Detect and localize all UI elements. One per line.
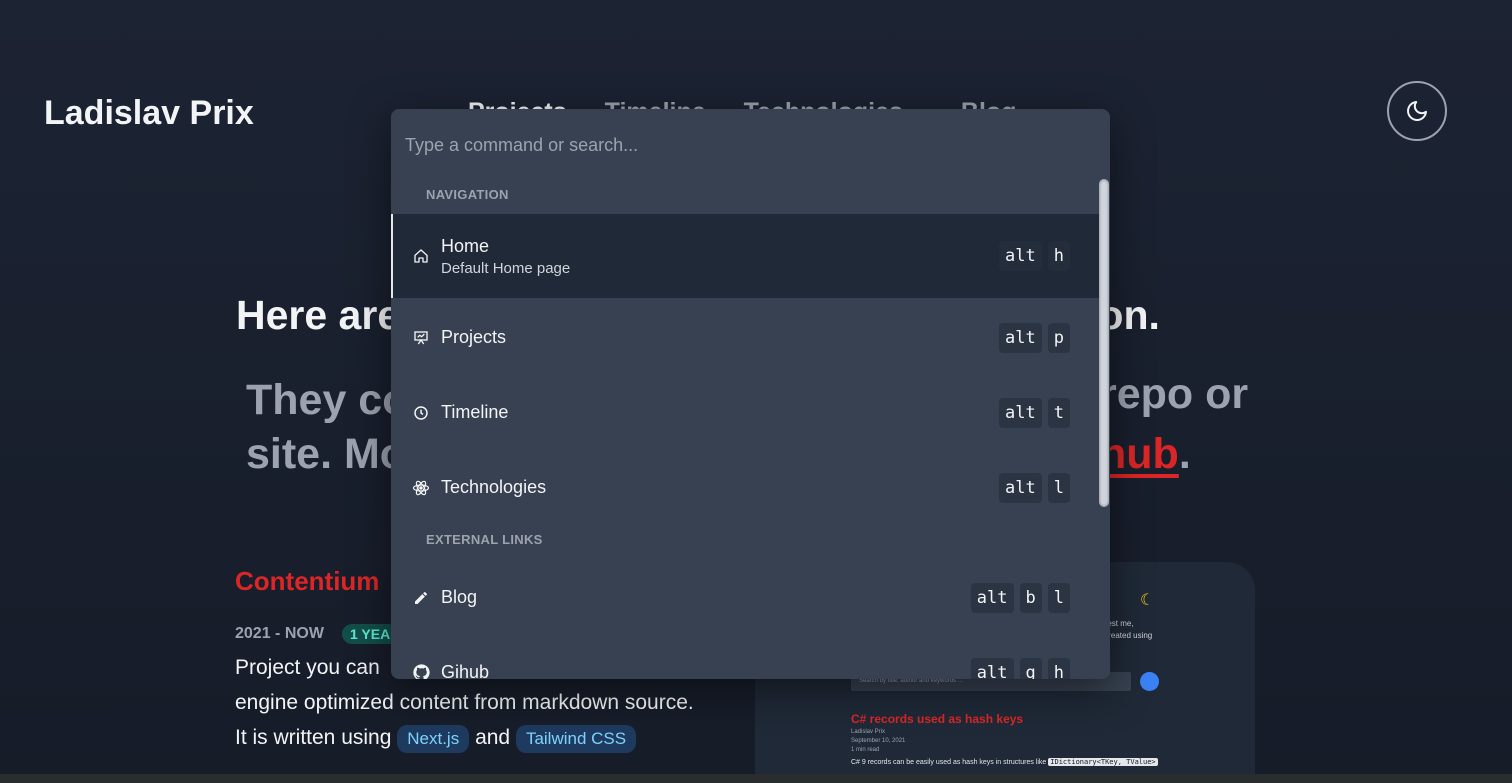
command-item-technologies[interactable]: Technologies alt l [391,450,1100,525]
preview-author: Ladislav Prix [851,729,886,735]
key-l: l [1047,472,1070,503]
key-p: p [1047,322,1070,353]
preview-search-button [1140,672,1159,691]
heading-start: Here are [236,292,401,338]
shortcut-keys: alt h [999,241,1070,271]
preview-read-time: 1 min read [851,747,880,753]
home-icon [412,247,430,265]
key-alt: alt [999,472,1042,503]
key-g: g [1019,657,1042,679]
command-label: Technologies [441,477,547,497]
atom-icon [412,479,430,497]
subheading-line1-start: They co [246,376,409,424]
key-h: h [1047,241,1070,271]
moon-icon: ☾ [1140,592,1155,609]
command-label: Blog [441,587,478,607]
key-alt: alt [999,397,1042,428]
github-icon [412,664,430,679]
desc-prefix: It is written using [235,726,392,749]
command-description: Default Home page [441,259,571,277]
page-heading: Here are d on. [236,292,1160,339]
key-h: h [1047,657,1070,679]
key-l: l [1047,582,1070,613]
key-t: t [1047,397,1070,428]
presentation-icon [412,329,430,347]
preview-post-title: C# records used as hash keys [851,712,1024,726]
section-label-navigation: NAVIGATION [426,187,509,202]
palette-scrollbar[interactable] [1099,179,1109,507]
site-title[interactable]: Ladislav Prix [44,94,254,133]
command-label: Gihub [441,662,490,679]
project-date: 2021 - NOW [235,625,324,642]
command-item-blog[interactable]: Blog alt b l [391,560,1100,635]
subheading-line1-end: repo or [1100,370,1249,418]
clock-icon [412,404,430,422]
preview-body: C# 9 records can be easily used as hash … [851,758,1158,766]
command-palette: NAVIGATION Home Default Home page alt h … [391,109,1110,679]
github-link[interactable]: hub [1100,430,1179,478]
shortcut-keys: alt b l [970,582,1070,613]
bottom-strip [0,774,1512,783]
command-item-projects[interactable]: Projects alt p [391,300,1100,375]
moon-icon [1407,101,1427,121]
subheading-line2-end: hub. [1100,430,1191,479]
tech-pill-nextjs[interactable]: Next.js [397,725,470,753]
theme-toggle-button[interactable] [1387,81,1447,141]
key-alt: alt [970,582,1014,613]
pencil-icon [412,589,430,607]
desc-conj: and [475,726,511,749]
tech-pill-tailwind[interactable]: Tailwind CSS [515,725,637,753]
command-label: Home [441,235,490,256]
command-item-home[interactable]: Home Default Home page alt h [391,214,1100,298]
key-alt: alt [999,322,1042,353]
period: . [1178,430,1191,478]
project-title[interactable]: Contentium [235,566,379,597]
command-label: Timeline [441,402,509,422]
key-alt: alt [999,241,1042,271]
project-desc-line2: engine optimized content from markdown s… [235,691,694,714]
key-alt: alt [970,657,1014,679]
duration-badge: 1 YEA [342,624,399,644]
shortcut-keys: alt g h [970,657,1070,679]
preview-body-text: C# 9 records can be easily used as hash … [851,759,1047,766]
preview-body-code: IDictionary<TKey, TValue> [1048,758,1158,766]
command-item-timeline[interactable]: Timeline alt t [391,375,1100,450]
shortcut-keys: alt t [999,397,1070,428]
shortcut-keys: alt p [999,322,1070,353]
command-label: Projects [441,327,507,347]
preview-date: September 10, 2021 [851,738,906,744]
section-label-external-links: EXTERNAL LINKS [426,532,543,547]
project-desc-line3: It is written using Next.js and Tailwind… [235,720,755,755]
key-b: b [1019,582,1042,613]
subheading-line2-start: site. Mo [246,430,407,478]
command-item-github[interactable]: Gihub alt g h [391,635,1100,679]
command-search-input[interactable] [391,109,1110,181]
shortcut-keys: alt l [999,472,1070,503]
